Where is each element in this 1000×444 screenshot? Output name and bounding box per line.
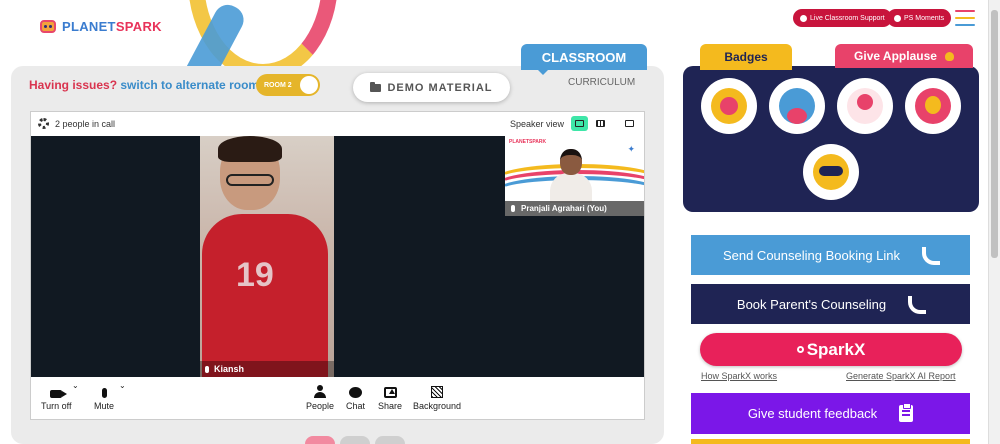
moments-icon	[894, 14, 901, 22]
clipboard-icon	[899, 403, 914, 422]
tab-classroom[interactable]: CLASSROOM	[521, 44, 647, 70]
sparkle-icon: ✦	[627, 144, 635, 154]
generate-sparkx-report-link[interactable]: Generate SparkX AI Report	[846, 371, 956, 381]
clap-icon	[944, 51, 954, 61]
share-icon	[383, 387, 397, 398]
issues-prompt: Having issues? switch to alternate room	[29, 78, 260, 92]
book-parent-counseling-button[interactable]: Book Parent's Counseling	[691, 284, 970, 324]
share-button[interactable]: Share	[378, 383, 402, 411]
camera-icon	[50, 390, 68, 398]
badge-meditation[interactable]	[837, 78, 893, 134]
phone-icon	[922, 247, 941, 265]
scrollbar[interactable]	[988, 0, 1000, 444]
room-toggle[interactable]: ROOM 2	[256, 74, 320, 96]
self-view-brand: PLANETSPARK	[509, 139, 547, 145]
bottom-tab-2[interactable]	[340, 436, 370, 444]
sparkx-button[interactable]: SparkX	[700, 333, 962, 366]
planetspark-logo[interactable]: PLANETSPARK	[38, 16, 162, 36]
chat-icon	[349, 387, 362, 398]
bottom-tab-3[interactable]	[375, 436, 405, 444]
next-action-button[interactable]	[691, 439, 970, 444]
self-video[interactable]: PLANETSPARK ✦ Pranjali Agrahari (You)	[505, 136, 644, 216]
popout-button[interactable]	[621, 116, 638, 131]
call-toolbar: 2 people in call Speaker view	[31, 112, 644, 136]
tab-badges[interactable]: Badges	[700, 44, 792, 70]
background-button[interactable]: Background	[413, 383, 461, 411]
badge-smart[interactable]	[803, 144, 859, 200]
speaker-view-label: Speaker view	[510, 119, 565, 129]
scrollbar-thumb[interactable]	[991, 10, 998, 258]
gear-icon[interactable]	[38, 118, 49, 129]
participant-name-tag: Kiansh	[200, 361, 334, 377]
folder-icon	[370, 81, 382, 92]
mic-icon	[205, 365, 209, 373]
how-sparkx-works-link[interactable]: How SparkX works	[701, 371, 777, 381]
grid-icon	[596, 120, 605, 127]
video-call-window: 2 people in call Speaker view 19 Kiansh …	[30, 111, 645, 420]
self-name-tag: Pranjali Agrahari (You)	[505, 201, 644, 216]
badge-trophy[interactable]	[701, 78, 757, 134]
popout-icon	[625, 120, 634, 127]
ps-moments-button[interactable]: PS Moments	[887, 9, 952, 27]
badge-idea[interactable]	[905, 78, 961, 134]
sparkx-icon	[796, 346, 804, 353]
support-icon	[800, 14, 807, 22]
menu-icon[interactable]	[955, 10, 975, 31]
chevron-down-icon[interactable]: ⌄	[72, 381, 79, 390]
mic-icon	[511, 205, 515, 212]
chevron-down-icon[interactable]: ⌄	[119, 381, 126, 390]
demo-material-button[interactable]: DEMO MATERIAL	[353, 73, 510, 102]
chat-button[interactable]: Chat	[346, 383, 365, 411]
toggle-knob	[300, 76, 318, 94]
mic-icon	[101, 388, 107, 398]
speaker-layout-icon	[575, 120, 584, 127]
robot-icon	[38, 16, 58, 36]
mute-button[interactable]: Mute	[94, 383, 114, 411]
phone-icon	[908, 296, 927, 314]
badge-hero[interactable]	[769, 78, 825, 134]
give-student-feedback-button[interactable]: Give student feedback	[691, 393, 970, 434]
video-toggle-button[interactable]: Turn off	[41, 383, 72, 411]
brand-name: PLANETSPARK	[62, 18, 162, 34]
people-count: 2 people in call	[55, 119, 116, 129]
main-participant-video[interactable]: 19 Kiansh	[200, 136, 334, 377]
tab-give-applause[interactable]: Give Applause	[835, 44, 973, 68]
bottom-tab-1[interactable]	[305, 436, 335, 444]
people-button[interactable]: People	[306, 383, 334, 411]
switch-room-link[interactable]: switch to alternate room	[120, 78, 259, 92]
video-stage: 19 Kiansh PLANETSPARK ✦ Pranjali Agrahar…	[31, 136, 644, 377]
speaker-view-button[interactable]	[571, 116, 588, 131]
gallery-view-button[interactable]	[592, 116, 609, 131]
background-icon	[431, 386, 444, 398]
tab-curriculum[interactable]: CURRICULUM	[568, 77, 635, 88]
send-counseling-link-button[interactable]: Send Counseling Booking Link	[691, 235, 970, 275]
live-support-button[interactable]: Live Classroom Support	[793, 9, 892, 27]
people-icon	[314, 385, 327, 398]
call-controls: Turn off ⌄ Mute ⌄ People Chat Share Back…	[31, 377, 644, 419]
tab-indicator	[536, 68, 550, 75]
